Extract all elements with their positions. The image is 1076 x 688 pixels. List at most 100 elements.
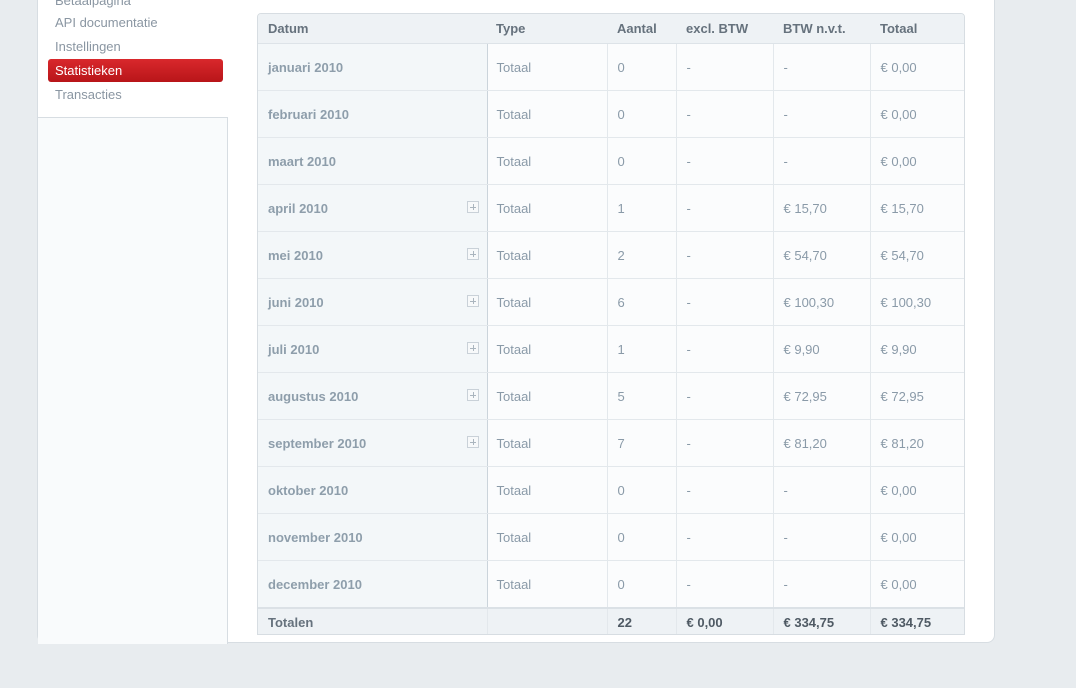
cell-type-text: Totaal [496, 482, 532, 498]
cell-btw-nvt-text: - [783, 153, 788, 169]
cell-datum: december 2010 [258, 560, 488, 609]
cell-datum: september 2010 [258, 419, 488, 467]
cell-totaal-text: € 81,20 [880, 435, 924, 451]
column-header-type[interactable]: Type [487, 14, 607, 44]
cell-excl-btw: - [675, 560, 773, 609]
cell-datum: april 2010 [258, 184, 488, 232]
cell-datum: februari 2010 [258, 90, 488, 138]
cell-aantal: 0 [606, 466, 676, 514]
column-header-aantal[interactable]: Aantal [607, 14, 676, 44]
table-row: augustus 2010 Totaal 5 - € 72,95 € 72,95 [258, 372, 964, 420]
column-header-excl-btw[interactable]: excl. BTW [676, 14, 773, 44]
cell-excl-btw: - [675, 513, 773, 561]
cell-excl-btw: - [675, 184, 773, 232]
totals-totaal: € 334,75 [869, 607, 964, 634]
expand-plus-icon[interactable] [466, 389, 479, 401]
column-header-btw-nvt[interactable]: BTW n.v.t. [773, 14, 870, 44]
table-row: juni 2010 Totaal 6 - € 100,30 € 100,30 [258, 278, 964, 326]
cell-excl-btw-text: - [686, 482, 691, 498]
cell-type-text: Totaal [496, 435, 532, 451]
cell-type: Totaal [486, 419, 607, 467]
cell-excl-btw: - [675, 90, 773, 138]
cell-datum: juli 2010 [258, 325, 488, 373]
cell-btw-nvt-text: € 100,30 [783, 294, 835, 310]
cell-excl-btw-text: - [686, 106, 691, 122]
cell-btw-nvt-text: - [783, 106, 788, 122]
cell-totaal: € 9,90 [869, 325, 964, 373]
cell-excl-btw-text: - [686, 435, 691, 451]
cell-excl-btw-text: - [686, 59, 691, 75]
cell-datum: januari 2010 [258, 43, 488, 91]
cell-totaal: € 0,00 [869, 513, 964, 561]
cell-excl-btw: - [675, 372, 773, 420]
cell-excl-btw: - [675, 325, 773, 373]
cell-type: Totaal [486, 560, 607, 609]
cell-totaal: € 0,00 [869, 560, 964, 609]
cell-type: Totaal [486, 43, 607, 91]
totals-btw-nvt: € 334,75 [772, 607, 870, 634]
cell-type-text: Totaal [496, 106, 532, 122]
cell-btw-nvt: € 81,20 [772, 419, 870, 467]
expand-plus-icon[interactable] [466, 295, 479, 307]
cell-totaal: € 100,30 [869, 278, 964, 326]
cell-btw-nvt: € 72,95 [772, 372, 870, 420]
cell-excl-btw-text: - [686, 294, 691, 310]
cell-excl-btw: - [675, 466, 773, 514]
cell-datum-text: november 2010 [268, 529, 363, 545]
table-row: februari 2010 Totaal 0 - - € 0,00 [258, 90, 964, 138]
cell-excl-btw-text: - [686, 388, 691, 404]
cell-datum: november 2010 [258, 513, 488, 561]
cell-type: Totaal [486, 466, 607, 514]
cell-totaal: € 0,00 [869, 137, 964, 185]
column-header-datum[interactable]: Datum [258, 14, 487, 44]
cell-type: Totaal [486, 137, 607, 185]
sidebar-item-transacties[interactable]: Transacties [48, 83, 223, 106]
sidebar-item-api-documentatie[interactable]: API documentatie [48, 11, 223, 34]
cell-aantal-text: 0 [617, 153, 625, 169]
cell-totaal-text: € 0,00 [880, 529, 917, 545]
cell-aantal-text: 0 [617, 576, 625, 592]
cell-aantal: 0 [606, 137, 676, 185]
cell-btw-nvt-text: € 72,95 [783, 388, 827, 404]
table-row: juli 2010 Totaal 1 - € 9,90 € 9,90 [258, 325, 964, 373]
cell-excl-btw: - [675, 137, 773, 185]
cell-datum-text: februari 2010 [268, 106, 349, 122]
expand-plus-icon[interactable] [466, 201, 479, 213]
cell-datum-text: juni 2010 [268, 294, 324, 310]
cell-btw-nvt: - [772, 43, 870, 91]
totals-row: Totalen 22 € 0,00 € 334,75 € 334,75 [258, 607, 964, 634]
cell-datum: oktober 2010 [258, 466, 488, 514]
statistics-table-container: Datum Type Aantal excl. BTW BTW n.v.t. T… [257, 13, 965, 635]
cell-aantal-text: 7 [617, 435, 625, 451]
cell-type: Totaal [486, 90, 607, 138]
column-header-totaal[interactable]: Totaal [870, 14, 964, 44]
cell-excl-btw-text: - [686, 153, 691, 169]
cell-datum: maart 2010 [258, 137, 488, 185]
cell-btw-nvt: - [772, 466, 870, 514]
cell-aantal-text: 5 [617, 388, 625, 404]
cell-datum: juni 2010 [258, 278, 488, 326]
cell-type: Totaal [486, 325, 607, 373]
cell-totaal: € 81,20 [869, 419, 964, 467]
cell-type-text: Totaal [496, 388, 532, 404]
cell-type-text: Totaal [496, 529, 532, 545]
cell-btw-nvt-text: € 15,70 [783, 200, 827, 216]
table-header-row: Datum Type Aantal excl. BTW BTW n.v.t. T… [258, 14, 964, 44]
cell-datum-text: oktober 2010 [268, 482, 349, 498]
cell-btw-nvt: - [772, 560, 870, 609]
cell-type-text: Totaal [496, 247, 532, 263]
table-row: december 2010 Totaal 0 - - € 0,00 [258, 560, 964, 609]
expand-plus-icon[interactable] [466, 436, 479, 448]
cell-totaal: € 0,00 [869, 466, 964, 514]
sidebar-item-statistieken[interactable]: Statistieken [48, 59, 223, 82]
cell-totaal-text: € 9,90 [880, 341, 917, 357]
expand-plus-icon[interactable] [466, 342, 479, 354]
sidebar-item-instellingen[interactable]: Instellingen [48, 35, 223, 58]
expand-plus-icon[interactable] [466, 248, 479, 260]
cell-type-text: Totaal [496, 59, 532, 75]
cell-type: Totaal [486, 231, 607, 279]
cell-type-text: Totaal [496, 341, 532, 357]
cell-totaal-text: € 15,70 [880, 200, 924, 216]
cell-totaal: € 54,70 [869, 231, 964, 279]
cell-btw-nvt-text: - [783, 59, 788, 75]
